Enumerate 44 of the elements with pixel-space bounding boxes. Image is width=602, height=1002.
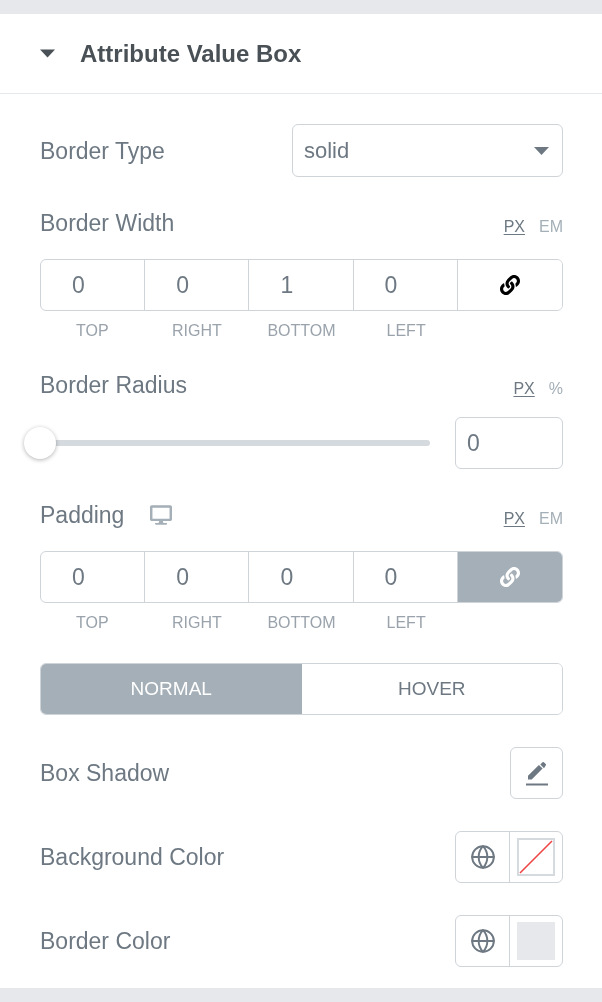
pencil-icon	[524, 760, 549, 786]
section-title: Attribute Value Box	[80, 38, 302, 69]
unit-option[interactable]: EM	[539, 217, 563, 237]
dimension-caption: TOP	[76, 615, 109, 631]
unit-option[interactable]: EM	[539, 509, 563, 529]
dimension-caption: LEFT	[386, 323, 426, 339]
dimension-input[interactable]: 1	[249, 260, 354, 310]
globe-icon	[469, 928, 496, 954]
control-label: Border Radius	[40, 371, 188, 399]
slider-thumb[interactable]	[24, 427, 56, 459]
unit-option[interactable]: PX	[503, 509, 525, 529]
caret-icon	[534, 146, 549, 155]
dimension-caption: RIGHT	[172, 323, 222, 339]
dimension-input[interactable]: 0	[145, 552, 250, 602]
control-label: Box Shadow	[40, 759, 170, 787]
section-header[interactable]: Attribute Value Box	[0, 14, 602, 94]
control-label: Border Type	[40, 136, 165, 165]
select-field[interactable]: solid	[292, 124, 563, 177]
dimension-input[interactable]: 0	[353, 552, 458, 602]
control-label: Border Color	[40, 927, 171, 955]
dimension-caption: BOTTOM	[267, 323, 336, 339]
number-input[interactable]: 0	[455, 417, 563, 469]
select-value: solid	[304, 137, 350, 165]
monitor-icon[interactable]	[150, 505, 173, 525]
edit-button[interactable]	[510, 747, 563, 799]
control-label: Padding	[40, 501, 125, 529]
dimension-input[interactable]: 0	[145, 260, 250, 310]
dimension-input[interactable]: 0	[41, 260, 146, 310]
dimension-caption: LEFT	[386, 615, 426, 631]
link-icon	[499, 567, 520, 587]
unit-option[interactable]: %	[548, 379, 563, 399]
control-label: Background Color	[40, 843, 225, 871]
dimension-input[interactable]: 0	[41, 552, 146, 602]
link-icon	[499, 275, 520, 295]
globe-icon	[469, 844, 496, 870]
dimension-input[interactable]: 0	[353, 260, 458, 310]
dimension-caption: TOP	[76, 323, 109, 339]
dimension-caption: BOTTOM	[267, 615, 336, 631]
control-label: Border Width	[40, 209, 175, 237]
dimension-caption: RIGHT	[172, 615, 222, 631]
unit-option[interactable]: PX	[513, 379, 535, 399]
dimension-input[interactable]: 0	[249, 552, 354, 602]
unit-option[interactable]: PX	[503, 217, 525, 237]
slider-track[interactable]	[24, 426, 430, 460]
